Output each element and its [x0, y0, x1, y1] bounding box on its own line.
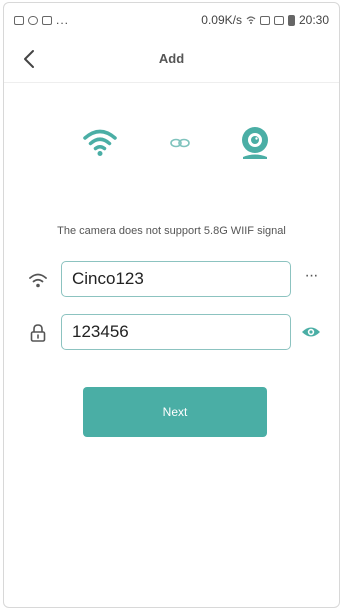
- battery-icon: [287, 14, 295, 26]
- phone-screen: ... 0.09K/s 20:30 Add The camera does no…: [3, 2, 340, 608]
- chat-icon: [28, 15, 38, 25]
- sim1-icon: [259, 15, 270, 25]
- network-speed: 0.09K/s: [201, 13, 242, 27]
- status-time: 20:30: [298, 13, 329, 27]
- image-icon: [14, 15, 24, 25]
- wifi-icon: [83, 129, 117, 156]
- page-title: Add: [158, 51, 185, 66]
- wifi-field-icon: [29, 273, 47, 288]
- wifi-status-icon: [246, 16, 256, 24]
- connection-illustration: [4, 121, 339, 169]
- password-input[interactable]: [61, 314, 291, 350]
- status-left: ...: [14, 13, 69, 27]
- next-button[interactable]: Next: [83, 387, 267, 437]
- eye-icon[interactable]: [301, 325, 321, 339]
- status-more-dots: ...: [56, 13, 70, 27]
- link-icon: [170, 138, 190, 148]
- password-row: [4, 314, 339, 352]
- lock-icon: [30, 324, 46, 342]
- header: Add: [4, 37, 339, 83]
- more-icon[interactable]: ···: [300, 268, 322, 289]
- status-bar: ... 0.09K/s 20:30: [4, 3, 339, 37]
- wifi-notice: The camera does not support 5.8G WIIF si…: [57, 225, 286, 237]
- status-right: 0.09K/s 20:30: [201, 13, 329, 27]
- app-icon: [42, 15, 52, 25]
- ssid-input[interactable]: [61, 261, 291, 297]
- ssid-row: ···: [4, 261, 339, 299]
- sim2-icon: [273, 15, 284, 25]
- camera-icon: [242, 127, 268, 159]
